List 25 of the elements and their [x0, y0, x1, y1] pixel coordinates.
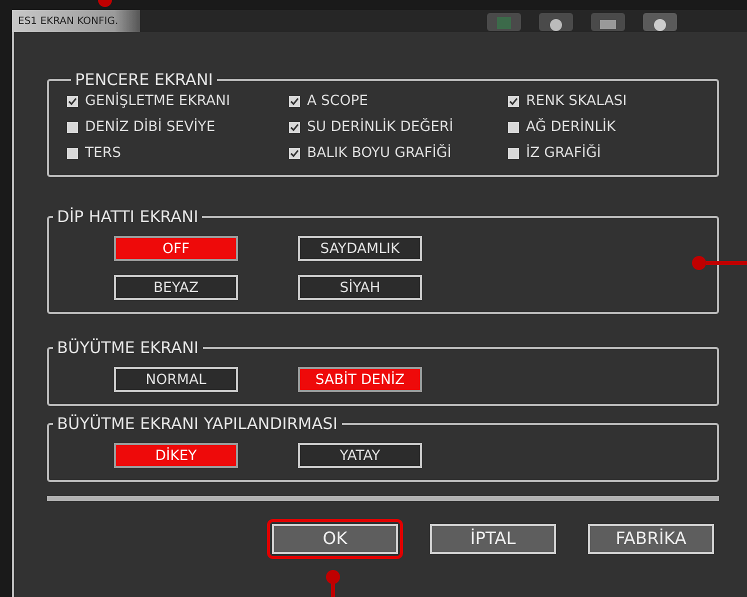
option-button[interactable]: BEYAZ	[114, 275, 238, 300]
checkbox[interactable]: SU DERİNLİK DEĞERİ	[289, 119, 508, 135]
group-title: DİP HATTI EKRANI	[56, 207, 200, 226]
dialog-button[interactable]: FABRİKA	[588, 524, 714, 554]
option-button[interactable]: SİYAH	[298, 275, 422, 300]
checkbox[interactable]: BALIK BOYU GRAFİĞİ	[289, 145, 508, 161]
checkbox[interactable]: TERS	[67, 145, 289, 161]
option-button[interactable]: NORMAL	[114, 367, 238, 392]
checkbox[interactable]: İZ GRAFİĞİ	[508, 145, 688, 161]
group-title: BÜYÜTME EKRANI	[56, 338, 200, 357]
option-button[interactable]: YATAY	[298, 443, 422, 468]
group-title: PENCERE EKRANI	[74, 70, 214, 89]
option-button[interactable]: SABİT DENİZ	[298, 367, 422, 392]
option-button[interactable]: SAYDAMLIK	[298, 236, 422, 261]
checkbox[interactable]: RENK SKALASI	[508, 93, 688, 109]
dialog-button[interactable]: OK	[272, 524, 398, 554]
option-button[interactable]: DİKEY	[114, 443, 238, 468]
window-title: ES1 EKRAN KONFIG.	[12, 10, 140, 32]
checkbox[interactable]: GENİŞLETME EKRANI	[67, 93, 289, 109]
checkbox[interactable]: DENİZ DİBİ SEVİYE	[67, 119, 289, 135]
checkbox[interactable]: A SCOPE	[289, 93, 508, 109]
dialog-button[interactable]: İPTAL	[430, 524, 556, 554]
option-button[interactable]: OFF	[114, 236, 238, 261]
group-title: BÜYÜTME EKRANI YAPILANDIRMASI	[56, 414, 339, 433]
checkbox[interactable]: AĞ DERİNLİK	[508, 119, 688, 135]
